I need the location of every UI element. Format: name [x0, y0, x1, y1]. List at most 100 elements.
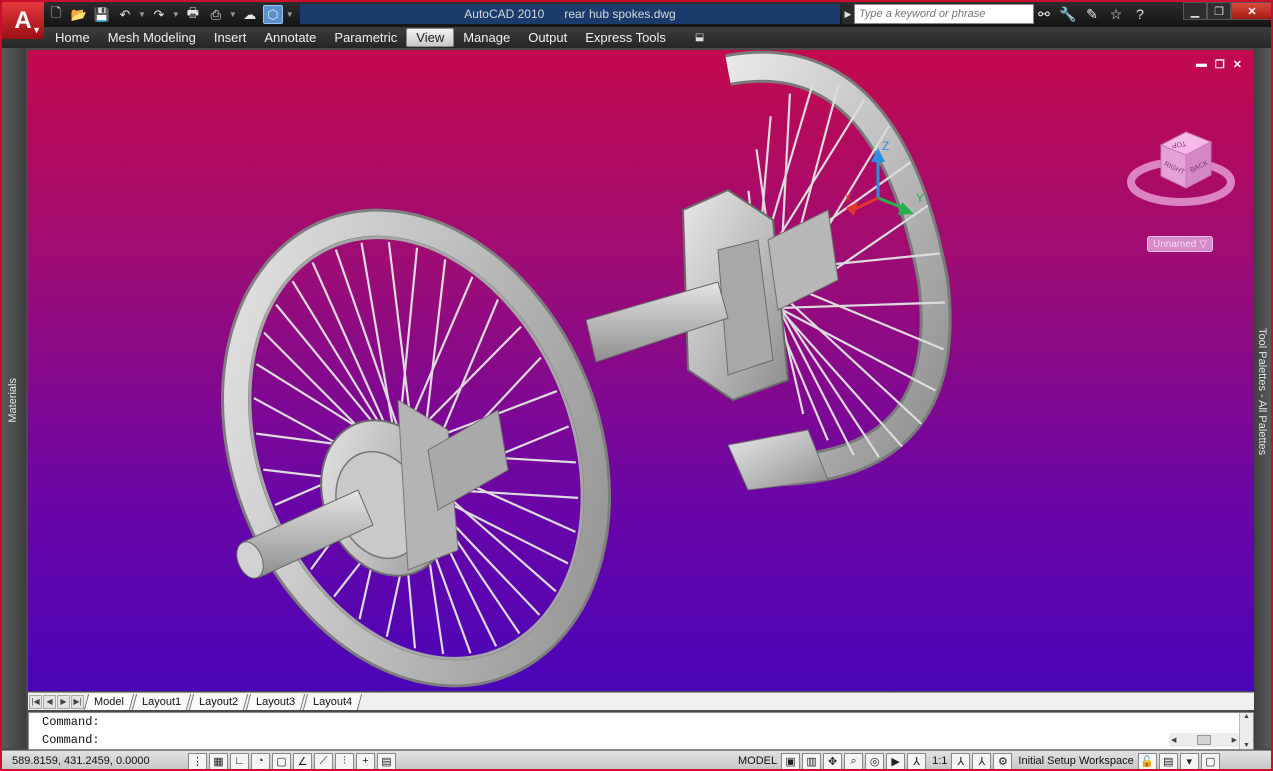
model-space-button[interactable]: MODEL [738, 755, 777, 767]
otrack-icon[interactable]: ⟋ [314, 752, 333, 769]
tab-parametric[interactable]: Parametric [325, 28, 406, 47]
viewport-minimize-button[interactable]: ▬ [1196, 58, 1207, 71]
scroll-left-icon[interactable]: ◀ [1171, 736, 1176, 744]
materials-palette-label: Materials [7, 378, 19, 423]
ucs-z-label: Z [882, 139, 889, 153]
drawing-viewport[interactable]: Z Y X ▬ ❐ ✕ TOP RIGHT BACK Unnamed ▽ [28, 50, 1254, 691]
command-prompt[interactable]: Command: [29, 731, 1253, 749]
clean-screen-icon[interactable]: ▢ [1200, 752, 1220, 769]
annotation-scale[interactable]: 1:1 [932, 755, 947, 767]
ducs-icon[interactable]: ⫶ [335, 752, 354, 769]
subscription-icon[interactable]: ✎ [1082, 4, 1102, 24]
tab-home[interactable]: Home [46, 28, 99, 47]
tab-annotate[interactable]: Annotate [255, 28, 325, 47]
scroll-down-icon[interactable]: ▼ [1243, 742, 1250, 749]
tool-palettes-label: Tool Palettes - All Palettes [1256, 328, 1268, 456]
window-title: AutoCAD 2010 rear hub spokes.dwg [300, 4, 840, 24]
tab-output[interactable]: Output [519, 28, 576, 47]
next-tab-icon[interactable]: ▶ [57, 694, 70, 709]
auto-scale-icon[interactable]: ⅄ [972, 752, 992, 769]
viewcube[interactable]: TOP RIGHT BACK [1126, 120, 1236, 220]
application-menu-button[interactable]: A ▼ [2, 2, 44, 39]
quick-view-drawings-icon[interactable]: ▥ [802, 752, 822, 769]
minimize-button[interactable]: ▁ [1183, 2, 1207, 20]
tab-express-tools[interactable]: Express Tools [576, 28, 675, 47]
close-button[interactable]: ✕ [1231, 2, 1271, 20]
communication-icon[interactable]: 🔧 [1058, 4, 1078, 24]
command-vertical-scrollbar[interactable]: ▲ ▼ [1239, 713, 1253, 749]
infocenter-tools: ⚯ 🔧 ✎ ☆ ? [1034, 4, 1150, 24]
tab-view[interactable]: View [406, 28, 455, 47]
search-expand-icon[interactable]: ▶ [842, 4, 854, 24]
viewport-close-button[interactable]: ✕ [1233, 58, 1242, 71]
lock-icon[interactable]: 🔓 [1137, 752, 1157, 769]
help-icon[interactable]: ? [1130, 4, 1150, 24]
3d-model-scene[interactable]: Z Y X [28, 50, 1254, 691]
tab-layout1[interactable]: Layout1 [131, 693, 192, 710]
tab-manage[interactable]: Manage [454, 28, 519, 47]
tool-palettes[interactable]: Tool Palettes - All Palettes [1253, 48, 1271, 748]
zoom-icon[interactable]: ⌕ [844, 752, 864, 769]
quick-access-toolbar: 🗋 📂 💾 ↶ ▼ ↷ ▼ 🖶 ⎙ ▼ ☁ ⬡ ▼ [46, 4, 294, 25]
undo-icon[interactable]: ↶ [115, 5, 135, 24]
open-icon[interactable]: 📂 [69, 5, 89, 24]
redo-icon[interactable]: ↷ [149, 5, 169, 24]
scroll-up-icon[interactable]: ▲ [1243, 713, 1250, 720]
first-tab-icon[interactable]: |◀ [29, 694, 42, 709]
right-wheel [585, 50, 952, 491]
polar-icon[interactable]: ◔ [251, 752, 270, 769]
search-input[interactable] [854, 4, 1034, 24]
scroll-thumb[interactable] [1197, 735, 1211, 745]
tab-mesh-modeling[interactable]: Mesh Modeling [99, 28, 205, 47]
ucs-x-label: X [844, 191, 852, 205]
command-horizontal-scrollbar[interactable]: ◀ ▶ [1169, 733, 1239, 747]
named-view-dropdown[interactable]: Unnamed ▽ [1147, 236, 1213, 252]
isolate-objects-icon[interactable]: ▾ [1179, 752, 1199, 769]
tab-insert[interactable]: Insert [205, 28, 256, 47]
redo-dropdown-icon[interactable]: ▼ [172, 10, 180, 19]
infocenter-search: ▶ [842, 4, 1034, 24]
annotation-scale-icon[interactable]: ⅄ [907, 752, 927, 769]
last-tab-icon[interactable]: ▶| [71, 694, 84, 709]
tab-layout3[interactable]: Layout3 [246, 693, 306, 710]
command-window[interactable]: Command: Command: ◀ ▶ ▲ ▼ [28, 712, 1254, 750]
qat-expand-icon[interactable]: ▼ [286, 10, 294, 19]
workspace-gear-icon[interactable]: ⚙ [993, 752, 1013, 769]
grid-icon[interactable]: ▦ [209, 752, 228, 769]
tab-layout4[interactable]: Layout4 [303, 693, 363, 710]
publish-dropdown-icon[interactable]: ▼ [229, 10, 237, 19]
binoculars-icon[interactable]: ⚯ [1034, 4, 1054, 24]
hardware-acceleration-icon[interactable]: ▤ [1158, 752, 1178, 769]
new-icon[interactable]: 🗋 [46, 5, 66, 24]
app-menu-arrow-icon: ▼ [32, 25, 41, 35]
osnap-icon[interactable]: ▢ [272, 752, 291, 769]
viewport-maximize-button[interactable]: ❐ [1215, 58, 1225, 71]
coordinates-readout[interactable]: 589.8159, 431.2459, 0.0000 [2, 755, 188, 767]
save-icon[interactable]: 💾 [92, 5, 112, 24]
pan-icon[interactable]: ✥ [823, 752, 843, 769]
workspace-switch[interactable]: Initial Setup Workspace [1018, 755, 1133, 767]
tab-layout2[interactable]: Layout2 [188, 693, 249, 710]
undo-dropdown-icon[interactable]: ▼ [138, 10, 146, 19]
maximize-button[interactable]: ❐ [1207, 2, 1231, 20]
materials-palette[interactable]: Materials [2, 48, 26, 748]
scroll-right-icon[interactable]: ▶ [1232, 736, 1237, 744]
active-workspace-icon[interactable]: ⬡ [262, 5, 283, 24]
ribbon-minimize-icon[interactable]: ⬓ [695, 32, 704, 43]
infer-constraints-icon[interactable]: ⋮ [188, 752, 207, 769]
annotation-visibility-icon[interactable]: ⅄ [951, 752, 971, 769]
prev-tab-icon[interactable]: ◀ [43, 694, 56, 709]
plot-icon[interactable]: 🖶 [183, 5, 203, 24]
showmotion-icon[interactable]: ▶ [886, 752, 906, 769]
quick-view-layouts-icon[interactable]: ▣ [781, 752, 801, 769]
publish-icon[interactable]: ⎙ [206, 5, 226, 24]
dyn-icon[interactable]: + [356, 752, 375, 769]
tab-layout2-label: Layout2 [199, 695, 239, 708]
lineweight-icon[interactable]: ▤ [377, 752, 396, 769]
favorites-icon[interactable]: ☆ [1106, 4, 1126, 24]
tab-model[interactable]: Model [83, 693, 135, 710]
3d-osnap-icon[interactable]: ∠ [293, 752, 312, 769]
steeringwheel-icon[interactable]: ◎ [865, 752, 885, 769]
workspace-icon[interactable]: ☁ [240, 5, 260, 24]
ortho-icon[interactable]: ∟ [230, 752, 249, 769]
